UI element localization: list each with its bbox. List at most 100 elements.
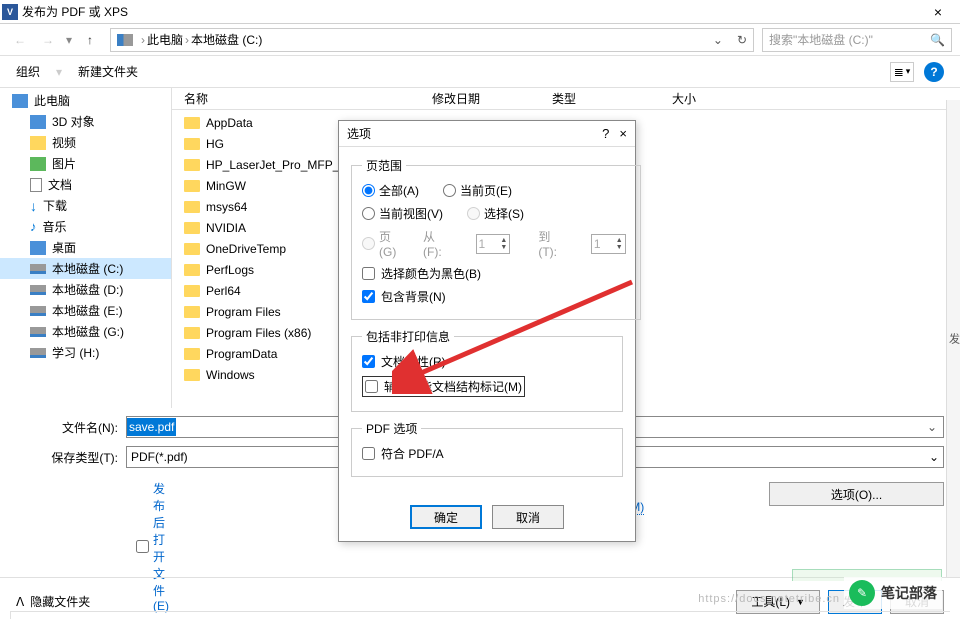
sidebar-label: 文档 (48, 176, 72, 193)
sidebar-item-3d[interactable]: 3D 对象 (0, 111, 171, 132)
sidebar-item-drivec[interactable]: 本地磁盘 (C:) (0, 258, 171, 279)
breadcrumb-drive[interactable]: 本地磁盘 (C:) (191, 31, 262, 48)
dialog-help-button[interactable]: ? (602, 126, 609, 141)
filename-value: save.pdf (127, 418, 176, 436)
refresh-button[interactable]: ↻ (737, 33, 747, 47)
pdfa-checkbox[interactable] (362, 447, 375, 460)
open-after-checkbox[interactable] (136, 540, 149, 553)
options-button[interactable]: 选项(O)... (769, 482, 944, 506)
help-button[interactable]: ? (924, 62, 944, 82)
radio-current[interactable]: 当前页(E) (443, 182, 512, 199)
search-input[interactable]: 搜索"本地磁盘 (C:)" 🔍 (762, 28, 952, 52)
nav-sep: ▾ (64, 33, 74, 47)
sidebar-label: 视频 (52, 134, 76, 151)
radio-current-view[interactable]: 当前视图(V) (362, 205, 443, 222)
view-mode-button[interactable]: ≣▾ (890, 62, 914, 82)
black-checkbox[interactable] (362, 267, 375, 280)
nonprint-legend: 包括非打印信息 (362, 328, 454, 345)
accessibility-label: 辅助功能文档结构标记(M) (384, 378, 522, 395)
dialog-cancel-button[interactable]: 取消 (492, 505, 564, 529)
sidebar-item-pictures[interactable]: 图片 (0, 153, 171, 174)
pencil-icon: ✎ (849, 580, 875, 606)
pdfopt-fieldset: PDF 选项 符合 PDF/A (351, 420, 623, 477)
nav-up-button[interactable]: ↑ (78, 28, 102, 52)
sidebar-label: 3D 对象 (52, 113, 95, 130)
sidebar-label: 本地磁盘 (C:) (52, 260, 123, 277)
dialog-ok-button[interactable]: 确定 (410, 505, 482, 529)
breadcrumb[interactable]: › 此电脑 › 本地磁盘 (C:) ⌄ ↻ (110, 28, 754, 52)
search-placeholder: 搜索"本地磁盘 (C:)" (769, 31, 873, 48)
from-spinner: 1▲▼ (476, 234, 511, 254)
sidebar-label: 本地磁盘 (G:) (52, 323, 124, 340)
col-type[interactable]: 类型 (552, 90, 672, 107)
breadcrumb-pc[interactable]: 此电脑 (147, 31, 183, 48)
background-checkbox[interactable] (362, 290, 375, 303)
search-icon: 🔍 (930, 33, 945, 47)
savetype-label: 保存类型(T): (16, 449, 126, 466)
dialog-close-button[interactable]: × (619, 126, 627, 141)
col-name[interactable]: 名称 (184, 90, 432, 107)
sidebar-item-desktop[interactable]: 桌面 (0, 237, 171, 258)
documents-icon (30, 178, 42, 192)
file-name: HP_LaserJet_Pro_MFP_ (206, 158, 339, 172)
sidebar-label: 本地磁盘 (E:) (52, 302, 123, 319)
sidebar-item-documents[interactable]: 文档 (0, 174, 171, 195)
folder-icon (184, 369, 200, 381)
toolbar: 组织 ▾ 新建文件夹 ≣▾ ? (0, 56, 960, 88)
nav-back-button[interactable]: ← (8, 28, 32, 52)
sidebar-item-drivee[interactable]: 本地磁盘 (E:) (0, 300, 171, 321)
filename-label: 文件名(N): (16, 419, 126, 436)
sidebar-item-driveg[interactable]: 本地磁盘 (G:) (0, 321, 171, 342)
sidebar-label: 本地磁盘 (D:) (52, 281, 123, 298)
new-folder-button[interactable]: 新建文件夹 (78, 63, 138, 80)
file-name: Perl64 (206, 284, 241, 298)
folder-icon (184, 264, 200, 276)
file-name: NVIDIA (206, 221, 246, 235)
nav-bar: ← → ▾ ↑ › 此电脑 › 本地磁盘 (C:) ⌄ ↻ 搜索"本地磁盘 (C… (0, 24, 960, 56)
driveg-icon (30, 327, 46, 337)
watermark-text: 笔记部落 (881, 583, 937, 603)
nav-forward-button[interactable]: → (36, 28, 60, 52)
folder-icon (184, 201, 200, 213)
title-bar: V 发布为 PDF 或 XPS × (0, 0, 960, 24)
drive-icon (117, 34, 133, 46)
drivec-icon (30, 264, 46, 274)
app-icon: V (2, 4, 18, 20)
sidebar-item-computer[interactable]: 此电脑 (0, 90, 171, 111)
black-label: 选择颜色为黑色(B) (381, 265, 481, 282)
file-name: Program Files (x86) (206, 326, 311, 340)
accessibility-checkbox[interactable] (365, 380, 378, 393)
docprops-checkbox[interactable] (362, 355, 375, 368)
right-collapsed-pane[interactable]: 发 (946, 100, 960, 577)
sidebar-item-drived[interactable]: 本地磁盘 (D:) (0, 279, 171, 300)
column-headers: 名称 修改日期 类型 大小 (172, 88, 960, 110)
breadcrumb-dropdown[interactable]: ⌄ (705, 33, 731, 47)
driveh-icon (30, 348, 46, 358)
3d-icon (30, 115, 46, 129)
col-date[interactable]: 修改日期 (432, 90, 552, 107)
drivee-icon (30, 306, 46, 316)
sidebar-label: 音乐 (43, 218, 67, 235)
col-size[interactable]: 大小 (672, 90, 960, 107)
folder-icon (184, 327, 200, 339)
page-range-fieldset: 页范围 全部(A) 当前页(E) 当前视图(V) 选择(S) 页(G) 从(F)… (351, 157, 641, 320)
folder-icon (184, 117, 200, 129)
sidebar: 此电脑 3D 对象视频图片文档 ↓下载 ♪ 音乐桌面本地磁盘 (C:) 本地磁盘 (D:)… (0, 88, 172, 408)
file-name: OneDriveTemp (206, 242, 286, 256)
sidebar-item-music[interactable]: ♪ 音乐 (0, 216, 171, 237)
desktop-icon (30, 241, 46, 255)
window-close-button[interactable]: × (918, 0, 958, 24)
hide-folders-button[interactable]: ᐱ 隐藏文件夹 (16, 593, 90, 610)
folder-icon (184, 159, 200, 171)
sidebar-item-videos[interactable]: 视频 (0, 132, 171, 153)
sidebar-label: 学习 (H:) (52, 344, 99, 361)
sidebar-label: 桌面 (52, 239, 76, 256)
dialog-title: 选项 (347, 125, 371, 142)
sidebar-item-driveh[interactable]: 学习 (H:) (0, 342, 171, 363)
watermark-logo: ✎ 笔记部落 (844, 577, 942, 609)
sidebar-item-downloads[interactable]: ↓下载 (0, 195, 171, 216)
music-icon: ♪ (30, 219, 37, 234)
organize-button[interactable]: 组织 (16, 63, 40, 80)
computer-icon (12, 94, 28, 108)
radio-all[interactable]: 全部(A) (362, 182, 419, 199)
